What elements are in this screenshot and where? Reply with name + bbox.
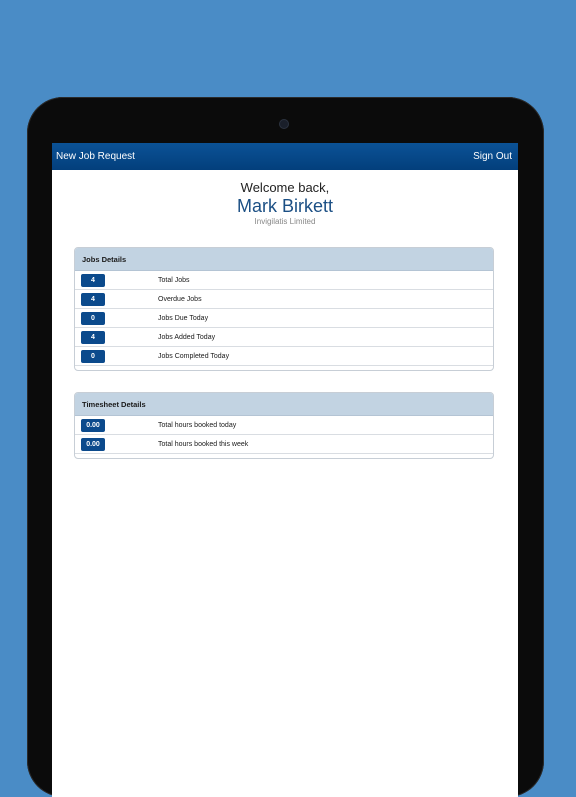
jobs-details-panel: Jobs Details 4 Total Jobs 4 Overdue Jobs… <box>74 247 494 371</box>
jobs-details-header: Jobs Details <box>75 248 493 271</box>
panel-footer <box>75 454 493 458</box>
tablet-frame: New Job Request Sign Out Welcome back, M… <box>27 97 544 797</box>
count-badge: 4 <box>81 292 105 306</box>
timesheet-details-header: Timesheet Details <box>75 393 493 416</box>
count-badge: 0 <box>81 349 105 363</box>
count-badge: 4 <box>81 273 105 287</box>
jobs-row-due-today[interactable]: 0 Jobs Due Today <box>75 309 493 328</box>
row-label: Jobs Added Today <box>158 333 216 341</box>
count-badge: 0 <box>81 311 105 325</box>
timesheet-row-today[interactable]: 0.00 Total hours booked today <box>75 416 493 435</box>
camera-icon <box>280 120 288 128</box>
timesheet-details-panel: Timesheet Details 0.00 Total hours booke… <box>74 392 494 459</box>
app-screen: New Job Request Sign Out Welcome back, M… <box>52 143 518 797</box>
row-label: Jobs Due Today <box>158 314 209 322</box>
hours-badge: 0.00 <box>81 437 105 451</box>
row-label: Overdue Jobs <box>158 295 202 303</box>
welcome-section: Welcome back, Mark Birkett Invigilatis L… <box>52 180 518 227</box>
jobs-row-total[interactable]: 4 Total Jobs <box>75 271 493 290</box>
jobs-row-added-today[interactable]: 4 Jobs Added Today <box>75 328 493 347</box>
top-navbar: New Job Request Sign Out <box>52 143 518 170</box>
new-job-request-button[interactable]: New Job Request <box>56 151 135 162</box>
company-name: Invigilatis Limited <box>254 217 316 226</box>
row-label: Jobs Completed Today <box>158 352 230 360</box>
row-label: Total Jobs <box>158 276 190 284</box>
panel-footer <box>75 366 493 370</box>
jobs-row-overdue[interactable]: 4 Overdue Jobs <box>75 290 493 309</box>
jobs-row-completed-today[interactable]: 0 Jobs Completed Today <box>75 347 493 366</box>
row-label: Total hours booked this week <box>158 440 249 448</box>
row-label: Total hours booked today <box>158 421 237 429</box>
count-badge: 4 <box>81 330 105 344</box>
hours-badge: 0.00 <box>81 418 105 432</box>
user-name: Mark Birkett <box>236 196 333 216</box>
timesheet-row-week[interactable]: 0.00 Total hours booked this week <box>75 435 493 454</box>
sign-out-button[interactable]: Sign Out <box>473 151 512 162</box>
welcome-greeting: Welcome back, <box>240 180 330 195</box>
